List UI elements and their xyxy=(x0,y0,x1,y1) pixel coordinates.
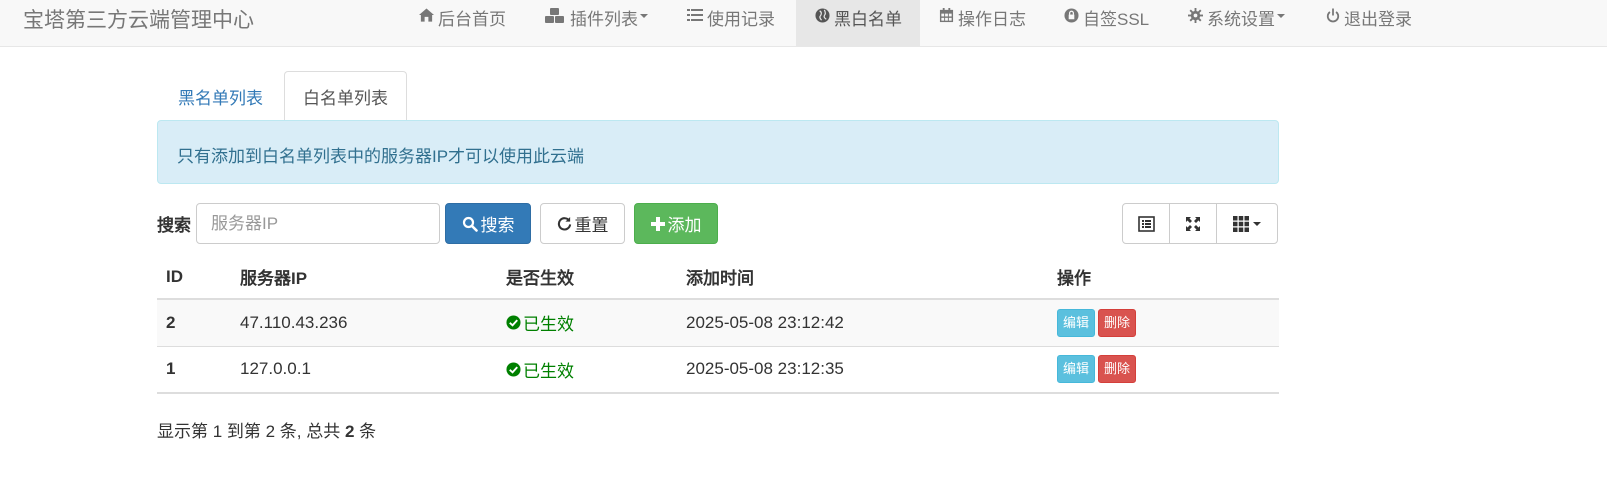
nav-item-home[interactable]: 后台首页 xyxy=(419,0,506,47)
fullscreen-icon xyxy=(1186,216,1200,231)
pagination-suffix: 条 xyxy=(354,422,377,441)
columns-toggle-button[interactable] xyxy=(1216,203,1278,244)
column-header-status[interactable]: 是否生效 xyxy=(497,255,677,300)
cell-status: 已生效 xyxy=(497,298,677,346)
th-icon xyxy=(1233,215,1249,232)
column-header-add-time[interactable]: 添加时间 xyxy=(677,255,1048,300)
search-icon xyxy=(462,216,478,232)
plus-icon xyxy=(650,216,665,231)
table-header-row: ID 服务器IP 是否生效 添加时间 操作 xyxy=(157,255,1279,300)
list-tabs: 黑名单列表 白名单列表 xyxy=(157,71,1279,121)
gear-icon xyxy=(1188,8,1203,23)
refresh-icon xyxy=(557,216,571,231)
table-row: 1 127.0.0.1 已生效 2025-05-08 23:12:35 编辑 删除 xyxy=(157,345,1279,394)
pagination-prefix: 显示第 1 到第 2 条, 总共 xyxy=(157,422,345,441)
cell-server-ip: 127.0.0.1 xyxy=(231,345,497,394)
add-button-label: 添加 xyxy=(667,216,702,235)
chevron-down-icon xyxy=(1277,14,1285,18)
edit-button[interactable]: 编辑 xyxy=(1057,308,1096,337)
nav-item-label: 插件列表 xyxy=(570,10,638,29)
search-button-label: 搜索 xyxy=(480,216,515,235)
cell-add-time: 2025-05-08 23:12:42 xyxy=(677,298,1048,346)
server-ip-search-input[interactable] xyxy=(196,203,440,244)
nav-item-label: 后台首页 xyxy=(438,10,506,29)
nav-item-label: 系统设置 xyxy=(1207,10,1275,29)
fullscreen-button[interactable] xyxy=(1169,203,1217,244)
search-label: 搜索 xyxy=(157,216,191,235)
delete-button[interactable]: 删除 xyxy=(1098,308,1137,337)
nav-item-settings[interactable]: 系统设置 xyxy=(1188,0,1285,47)
nav-item-label: 退出登录 xyxy=(1344,10,1412,29)
pagination-info: 显示第 1 到第 2 条, 总共 2 条 xyxy=(157,417,376,442)
status-text: 已生效 xyxy=(523,361,574,381)
toggle-card-view-button[interactable] xyxy=(1122,203,1170,244)
lock-icon xyxy=(1064,8,1079,23)
info-alert: 只有添加到白名单列表中的服务器IP才可以使用此云端 xyxy=(157,120,1279,184)
nav-item-self-signed-ssl[interactable]: 自签SSL xyxy=(1064,0,1149,47)
whitelist-table: ID 服务器IP 是否生效 添加时间 操作 2 47.110.43.236 已生… xyxy=(157,255,1279,394)
cell-id: 2 xyxy=(157,298,231,346)
reset-button[interactable]: 重置 xyxy=(540,203,625,244)
column-header-actions: 操作 xyxy=(1048,255,1279,300)
column-header-id[interactable]: ID xyxy=(157,255,231,300)
chevron-down-icon xyxy=(1253,221,1261,226)
delete-button[interactable]: 删除 xyxy=(1098,355,1137,384)
table-row: 2 47.110.43.236 已生效 2025-05-08 23:12:42 … xyxy=(157,298,1279,346)
nav-item-logs[interactable]: 操作日志 xyxy=(939,0,1026,47)
list-alt-icon xyxy=(1137,215,1155,232)
edit-button[interactable]: 编辑 xyxy=(1057,355,1096,384)
column-header-server-ip[interactable]: 服务器IP xyxy=(231,255,497,300)
home-icon xyxy=(419,8,434,22)
calendar-icon xyxy=(939,8,954,23)
cell-id: 1 xyxy=(157,345,231,394)
nav-item-label: 自签SSL xyxy=(1083,10,1150,29)
nav-item-plugins[interactable]: 插件列表 xyxy=(544,0,648,47)
cubes-icon xyxy=(545,8,564,23)
check-circle-icon xyxy=(506,362,521,377)
power-icon xyxy=(1326,8,1340,23)
add-button[interactable]: 添加 xyxy=(634,203,718,244)
nav-item-label: 操作日志 xyxy=(958,10,1026,29)
tab-blacklist[interactable]: 黑名单列表 xyxy=(157,71,284,121)
chevron-down-icon xyxy=(640,14,648,18)
cell-actions: 编辑 删除 xyxy=(1048,298,1279,346)
cell-server-ip: 47.110.43.236 xyxy=(231,298,497,346)
globe-icon xyxy=(815,8,830,23)
list-icon xyxy=(687,9,703,21)
nav-item-usage[interactable]: 使用记录 xyxy=(687,0,775,47)
brand-title[interactable]: 宝塔第三方云端管理中心 xyxy=(23,4,254,34)
nav-item-logout[interactable]: 退出登录 xyxy=(1326,0,1412,47)
nav-item-label: 使用记录 xyxy=(707,10,775,29)
top-navbar: 宝塔第三方云端管理中心 后台首页 插件列表 使用记录 黑白名单 操作日志 自签S… xyxy=(0,0,1607,47)
nav-item-label: 黑白名单 xyxy=(834,10,902,29)
search-button[interactable]: 搜索 xyxy=(445,203,531,244)
status-text: 已生效 xyxy=(523,315,574,335)
cell-add-time: 2025-05-08 23:12:35 xyxy=(677,345,1048,394)
reset-button-label: 重置 xyxy=(574,216,609,235)
cell-status: 已生效 xyxy=(497,345,677,394)
nav-item-blackwhite-list[interactable]: 黑白名单 xyxy=(796,0,920,47)
table-tools-group xyxy=(1122,203,1278,244)
tab-whitelist[interactable]: 白名单列表 xyxy=(284,71,407,121)
cell-actions: 编辑 删除 xyxy=(1048,345,1279,394)
check-circle-icon xyxy=(506,315,521,330)
